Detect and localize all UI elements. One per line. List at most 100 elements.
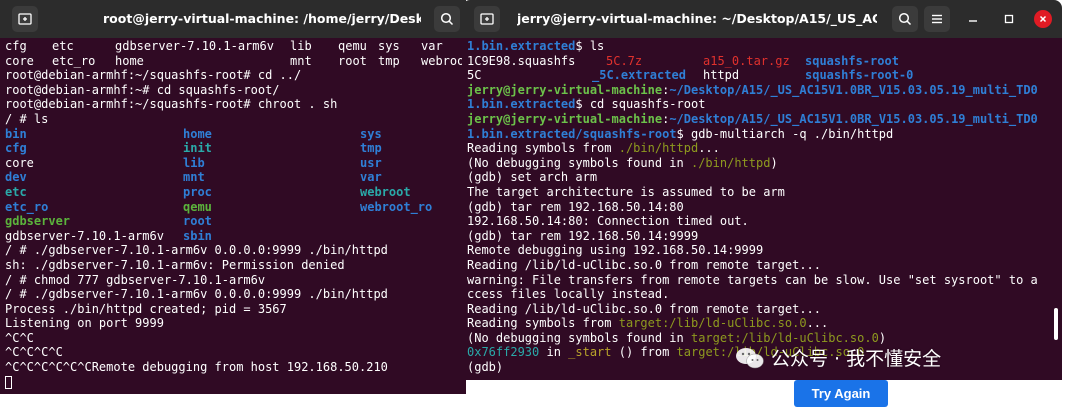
terminal-text: ) xyxy=(770,155,778,170)
terminal-text: root@debian-armhf:~/squashfs-root# chroo… xyxy=(5,97,338,112)
search-icon[interactable] xyxy=(892,6,918,32)
terminal-line: etc_ro qemu webroot_ro xyxy=(5,200,466,215)
terminal-line: jerry@jerry-virtual-machine:~/Desktop/A1… xyxy=(467,83,1062,98)
terminal-text: ccess files locally instead. xyxy=(467,287,670,302)
search-icon[interactable] xyxy=(434,6,460,32)
terminal-line-flow: dev xyxy=(5,170,27,185)
terminal-text: 0x76ff2930 xyxy=(467,345,540,360)
terminal-text: mnt xyxy=(183,170,205,185)
terminal-text: ./bin/httpd xyxy=(690,155,771,170)
terminal-text: / # chmod 777 gdbserver-7.10.1-arm6v xyxy=(5,272,266,287)
try-again-button[interactable]: Try Again xyxy=(794,380,888,407)
terminal-line: ^C^C^C^C^C^CRemote debugging from host 1… xyxy=(5,360,466,375)
terminal-text: (gdb) set arch arm xyxy=(467,170,598,185)
terminal-line-flow: 1.bin.extracted$ ls xyxy=(467,39,604,54)
terminal-line-flow: 1.bin.extracted/squashfs-root$ gdb-multi… xyxy=(467,127,893,142)
terminal-line-flow: warning: File transfers from remote targ… xyxy=(467,273,1038,288)
left-window-title: root@jerry-virtual-machine: /home/jerry/… xyxy=(103,11,421,26)
terminal-text: etc_ro xyxy=(52,53,96,68)
right-terminal-content[interactable]: 1.bin.extracted$ ls 1C9E98.squashfs 5C.7z a… xyxy=(462,38,1062,380)
terminal-text: 192.168.50.14:80: Connection timed out. xyxy=(467,214,749,229)
terminal-text: (No debugging symbols found in xyxy=(467,155,691,170)
terminal-line-flow: sh: ./gdbserver-7.10.1-arm6v: Permission… xyxy=(5,258,345,273)
new-tab-icon[interactable] xyxy=(474,6,500,32)
terminal-text: var xyxy=(360,170,382,185)
terminal-text: Reading /lib/ld-uClibc.so.0 from remote … xyxy=(467,301,822,316)
terminal-text: $ gdb-multiarch -q ./bin/httpd xyxy=(676,126,894,141)
terminal-text: webroot xyxy=(360,184,411,199)
right-titlebar[interactable]: jerry@jerry-virtual-machine: ~/Desktop/A… xyxy=(462,0,1062,38)
terminal-text: ^C^C xyxy=(5,330,34,345)
terminal-text: home xyxy=(115,53,144,68)
terminal-line-flow: 1C9E98.squashfs xyxy=(467,54,575,69)
terminal-line-flow: / # ./gdbserver-7.10.1-arm6v 0.0.0.0:999… xyxy=(5,287,388,302)
terminal-line: 1C9E98.squashfs 5C.7z a15_0.tar.gz squashfs… xyxy=(467,54,1062,69)
terminal-text: webroot_ro xyxy=(360,199,433,214)
left-terminal-content[interactable]: cfg etc gdbserver-7.10.1-arm6v lib qemu sys va… xyxy=(0,38,466,394)
terminal-line: Listening on port 9999 xyxy=(5,316,466,331)
terminal-line-flow: (No debugging symbols found in ./bin/htt… xyxy=(467,156,778,171)
terminal-text: usr xyxy=(360,155,382,170)
terminal-line-flow: ^C^C xyxy=(5,331,34,346)
terminal-text: (gdb) tar rem 192.168.50.14:80 xyxy=(467,199,684,214)
left-terminal-window: root@jerry-virtual-machine: /home/jerry/… xyxy=(0,0,466,394)
terminal-text: init xyxy=(183,141,212,156)
terminal-line-flow: etc xyxy=(5,185,27,200)
terminal-line-flow: gdbserver-7.10.1-arm6v xyxy=(5,229,164,244)
terminal-line: / # ./gdbserver-7.10.1-arm6v 0.0.0.0:999… xyxy=(5,243,466,258)
terminal-text: The target architecture is assumed to be… xyxy=(467,184,785,199)
terminal-line: root@debian-armhf:~# cd squashfs-root/ xyxy=(5,83,466,98)
minimize-icon[interactable] xyxy=(960,6,986,32)
terminal-line: Remote debugging using 192.168.50.14:999… xyxy=(467,243,1062,258)
terminal-text: $ ls xyxy=(575,39,605,53)
new-tab-icon[interactable] xyxy=(12,6,38,32)
terminal-text: a15_0.tar.gz xyxy=(703,53,790,68)
terminal-cursor-line xyxy=(5,375,466,390)
terminal-line: cfg etc gdbserver-7.10.1-arm6v lib qemu sys va… xyxy=(5,39,466,54)
terminal-text: lib xyxy=(183,155,205,170)
terminal-line-flow: ^C^C^C^C xyxy=(5,345,63,360)
terminal-text: gdbserver xyxy=(5,214,71,229)
terminal-line-flow: Reading /lib/ld-uClibc.so.0 from remote … xyxy=(467,302,821,317)
terminal-line: Reading symbols from target:/lib/ld-uCli… xyxy=(467,316,1062,331)
left-titlebar[interactable]: root@jerry-virtual-machine: /home/jerry/… xyxy=(0,0,466,38)
terminal-text: warning: File transfers from remote targ… xyxy=(467,272,1038,287)
terminal-line-flow: jerry@jerry-virtual-machine:~/Desktop/A1… xyxy=(467,83,1038,98)
terminal-text: dev xyxy=(5,170,27,185)
terminal-text: Process ./bin/httpd created; pid = 3567 xyxy=(5,301,287,316)
terminal-text: tmp xyxy=(360,141,382,156)
close-icon[interactable] xyxy=(1034,10,1052,28)
terminal-line: root@debian-armhf:~/squashfs-root# chroo… xyxy=(5,97,466,112)
terminal-line: bin home sys xyxy=(5,127,466,142)
terminal-line: (gdb) set arch arm xyxy=(467,170,1062,185)
terminal-text: ^C^C^C^C^C^CRemote debugging from host 1… xyxy=(5,360,388,375)
right-window-title: jerry@jerry-virtual-machine: ~/Desktop/A… xyxy=(517,11,877,26)
terminal-line: (gdb) tar rem 192.168.50.14:80 xyxy=(467,200,1062,215)
terminal-line: Process ./bin/httpd created; pid = 3567 xyxy=(5,302,466,317)
terminal-text: sys xyxy=(378,39,400,53)
terminal-line-flow: Process ./bin/httpd created; pid = 3567 xyxy=(5,302,287,317)
terminal-line: / # ./gdbserver-7.10.1-arm6v 0.0.0.0:999… xyxy=(5,287,466,302)
terminal-line: 1.bin.extracted/squashfs-root$ gdb-multi… xyxy=(467,127,1062,142)
terminal-line: The target architecture is assumed to be… xyxy=(467,185,1062,200)
terminal-text: target:/lib/ld-uClibc.so.0 xyxy=(690,330,879,345)
terminal-text: cfg xyxy=(5,141,27,156)
terminal-text: ... xyxy=(698,141,720,156)
terminal-text: root@debian-armhf:~# cd squashfs-root/ xyxy=(5,82,280,97)
terminal-line: ^C^C xyxy=(5,331,466,346)
terminal-line-flow: (gdb) tar rem 192.168.50.14:80 xyxy=(467,200,684,215)
maximize-icon[interactable] xyxy=(996,6,1022,32)
terminal-line: 192.168.50.14:80: Connection timed out. xyxy=(467,214,1062,229)
terminal-line-flow: root@debian-armhf:~/squashfs-root# chroo… xyxy=(5,97,337,112)
menu-icon[interactable] xyxy=(924,6,950,32)
terminal-line: etc proc webroot xyxy=(5,185,466,200)
terminal-line: core etc_ro home mnt roottmp webroot xyxy=(5,54,466,69)
terminal-line-flow: (gdb) xyxy=(467,360,510,375)
terminal-text: Listening on port 9999 xyxy=(5,316,164,331)
terminal-line: / # ls xyxy=(5,112,466,127)
terminal-text: 5C xyxy=(467,68,482,83)
terminal-line: jerry@jerry-virtual-machine:~/Desktop/A1… xyxy=(467,112,1062,127)
scrollbar[interactable] xyxy=(1054,308,1058,340)
terminal-cursor xyxy=(5,375,12,389)
watermark: 公众号 · 我不懂安全 xyxy=(735,344,941,371)
